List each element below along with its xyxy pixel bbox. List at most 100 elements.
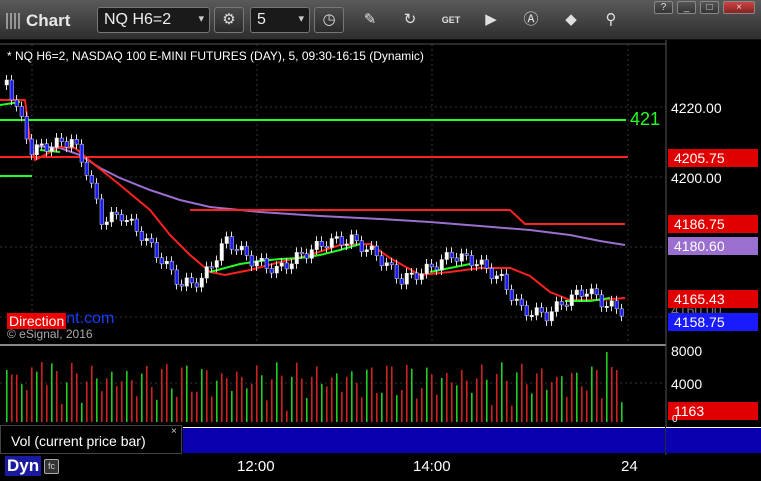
volume-bar: [586, 390, 588, 422]
close-study-icon[interactable]: ×: [171, 426, 177, 437]
candle-body: [539, 307, 544, 313]
candle-body: [384, 262, 389, 267]
volume-bar: [346, 376, 348, 422]
candle-body: [124, 219, 129, 222]
candle-body: [409, 272, 414, 275]
candle-body: [459, 253, 464, 262]
volume-bar: [221, 373, 223, 422]
volume-bar: [401, 390, 403, 422]
volume-bar: [451, 382, 453, 422]
candle-body: [584, 293, 589, 297]
volume-bar: [581, 386, 583, 422]
candle-body: [414, 272, 419, 280]
candle-body: [259, 258, 264, 262]
volume-bar: [216, 380, 218, 422]
volume-bar: [271, 379, 273, 422]
formula-icon[interactable]: fc: [44, 459, 59, 474]
volume-bar: [461, 369, 463, 422]
volume-bar: [316, 366, 318, 422]
price-tick: 4220.00: [671, 100, 722, 116]
volume-bar: [86, 381, 88, 422]
candle-body: [489, 267, 494, 280]
volume-bar: [411, 368, 413, 422]
volume-bar: [246, 388, 248, 422]
candle-body: [609, 300, 614, 307]
candle-body: [34, 144, 39, 156]
candle-body: [44, 143, 49, 152]
candle-body: [9, 79, 14, 101]
candle-body: [464, 253, 469, 256]
volume-bar: [331, 377, 333, 422]
candle-body: [334, 236, 339, 239]
volume-bar: [146, 366, 148, 422]
candle-body: [254, 260, 259, 267]
volume-bar: [521, 363, 523, 422]
candle-body: [344, 243, 349, 246]
volume-bar: [286, 410, 288, 422]
volume-bar: [6, 370, 8, 422]
candle-body: [339, 236, 344, 246]
candle-body: [4, 79, 9, 86]
candle-body: [574, 289, 579, 296]
volume-bar: [591, 366, 593, 422]
candle-body: [454, 257, 459, 262]
volume-bar: [491, 405, 493, 422]
candle-body: [579, 289, 584, 297]
candle-body: [559, 301, 564, 306]
volume-bar: [171, 388, 173, 422]
candle-body: [24, 116, 29, 140]
volume-bar: [361, 397, 363, 422]
candle-body: [244, 245, 249, 256]
candle-body: [469, 255, 474, 266]
volume-bar: [476, 378, 478, 422]
volume-bar: [131, 380, 133, 422]
candle-body: [264, 258, 269, 269]
candle-body: [59, 137, 64, 142]
candle-body: [604, 305, 609, 308]
volume-bar: [201, 369, 203, 422]
volume-bar: [341, 391, 343, 422]
candle-body: [614, 300, 619, 310]
volume-bar: [511, 405, 513, 422]
volume-bar: [576, 372, 578, 422]
candle-body: [394, 264, 399, 279]
candle-body: [359, 240, 364, 253]
candle-body: [479, 259, 484, 265]
candle-body: [504, 273, 509, 290]
volume-bar: [96, 378, 98, 422]
candle-body: [159, 257, 164, 265]
volume-bar: [376, 393, 378, 422]
candle-body: [349, 234, 354, 245]
volume-bar: [51, 363, 53, 422]
candle-body: [269, 268, 274, 274]
volume-bar: [81, 402, 83, 422]
candle-body: [49, 147, 54, 152]
candle-body: [379, 255, 384, 267]
candle-body: [94, 182, 99, 200]
candle-body: [79, 143, 84, 163]
volume-bar: [256, 365, 258, 422]
volume-bar: [226, 378, 228, 422]
volume-bar: [71, 362, 73, 422]
volume-bar: [416, 398, 418, 422]
volume-bar: [111, 371, 113, 422]
candle-body: [369, 245, 374, 250]
volume-bar: [611, 367, 613, 422]
chart-description: * NQ H6=2, NASDAQ 100 E-MINI FUTURES (DA…: [7, 49, 424, 63]
volume-tick: 4000: [671, 376, 703, 392]
dyn-button[interactable]: Dyn: [5, 456, 42, 476]
candle-body: [299, 252, 304, 255]
volume-bar: [306, 398, 308, 422]
candle-body: [564, 304, 569, 307]
candle-body: [309, 249, 314, 259]
volume-bar: [66, 382, 68, 422]
volume-tick: 8000: [671, 343, 703, 359]
volume-bar: [571, 372, 573, 422]
candle-body: [474, 264, 479, 267]
volume-study-label[interactable]: Vol (current price bar): [0, 425, 182, 454]
candle-body: [179, 284, 184, 287]
candle-body: [69, 139, 74, 148]
candle-body: [119, 214, 124, 222]
volume-bar: [556, 376, 558, 422]
price-tag: 4205.75: [668, 149, 758, 167]
